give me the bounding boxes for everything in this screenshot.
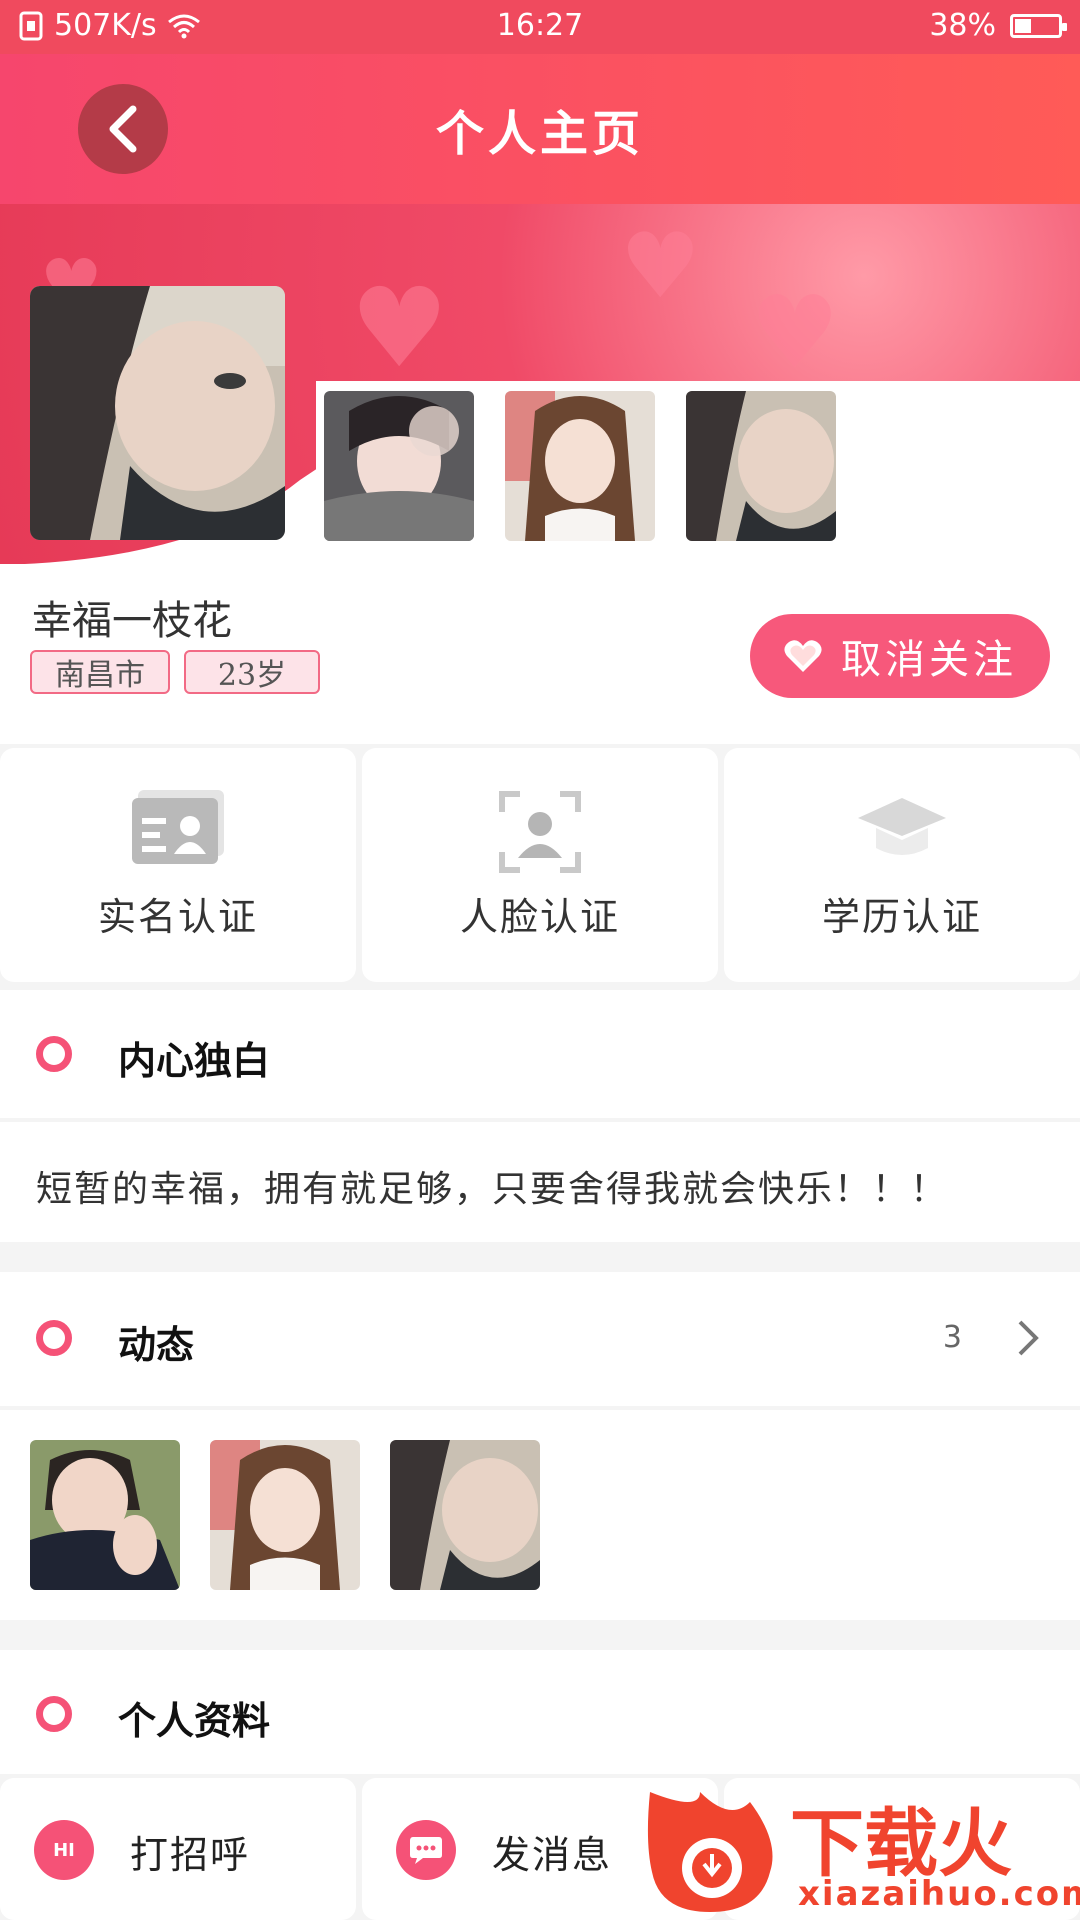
personal-info-title: 个人资料 [118,1698,271,1743]
chevron-right-icon [1018,1320,1039,1356]
chat-bubble-icon [396,1820,456,1880]
gallery-photo[interactable] [505,391,655,541]
greet-label: 打招呼 [130,1833,251,1877]
graduation-cap-icon [858,798,946,855]
verify-education-label: 学历认证 [821,895,982,939]
verify-face-label: 人脸认证 [459,895,620,939]
gallery-photo[interactable] [686,391,836,541]
greet-button[interactable]: HI 打招呼 [0,1778,356,1920]
heart-decoration-icon: ♥ [620,214,701,319]
verify-realname-label: 实名认证 [97,895,258,939]
section-ring-icon [36,1696,72,1732]
watermark: 下载火 xiazaihuo.com [640,1778,1080,1920]
battery-icon [1010,13,1067,38]
verify-realname[interactable]: 实名认证 [0,748,356,982]
city-tag: 南昌市 [30,650,170,694]
status-bar: 507K/s 16:27 38% [0,0,1080,54]
monologue-title: 内心独白 [118,1038,271,1083]
heart-decoration-icon: ♥ [350,264,449,392]
main-avatar[interactable] [30,286,285,540]
watermark-site: xiazaihuo.com [798,1874,1080,1914]
moments-count: 3 [942,1320,962,1355]
id-card-icon [132,790,224,864]
heart-icon [784,640,822,672]
monologue-body: 短暂的幸福，拥有就足够，只要舍得我就会快乐！！！ [0,1122,1080,1242]
chevron-left-icon [109,105,137,153]
back-button[interactable] [78,84,168,174]
unfollow-label: 取消关注 [841,637,1017,683]
gallery-photo[interactable] [324,391,474,541]
moment-photo[interactable] [210,1440,360,1590]
status-time: 16:27 [496,8,584,43]
personal-info-header[interactable]: 个人资料 [0,1650,1080,1774]
hi-bubble-icon: HI [34,1820,94,1880]
moment-photo[interactable] [390,1440,540,1590]
app-header: 个人主页 [0,54,1080,204]
age-tag: 23岁 [184,650,320,694]
moments-gallery [0,1410,1080,1620]
profile-info: 幸福一枝花 南昌市 23岁 取消关注 [0,564,1080,744]
monologue-header: 内心独白 [0,990,1080,1118]
moment-photo[interactable] [30,1440,180,1590]
flame-logo-icon [647,1792,773,1912]
heart-decoration-icon: ♥ [750,274,840,391]
status-right: 38% [929,8,1067,43]
section-ring-icon [36,1320,72,1356]
moments-header[interactable]: 动态 3 [0,1272,1080,1406]
battery-percent: 38% [929,8,996,43]
section-ring-icon [36,1036,72,1072]
user-name: 幸福一枝花 [32,598,232,644]
message-label: 发消息 [492,1833,613,1877]
face-scan-icon [499,791,581,873]
verify-face[interactable]: 人脸认证 [362,748,718,982]
monologue-text: 短暂的幸福，拥有就足够，只要舍得我就会快乐！！！ [36,1169,949,1210]
unfollow-button[interactable]: 取消关注 [750,614,1050,698]
verify-education[interactable]: 学历认证 [724,748,1080,982]
moments-title: 动态 [118,1322,195,1367]
